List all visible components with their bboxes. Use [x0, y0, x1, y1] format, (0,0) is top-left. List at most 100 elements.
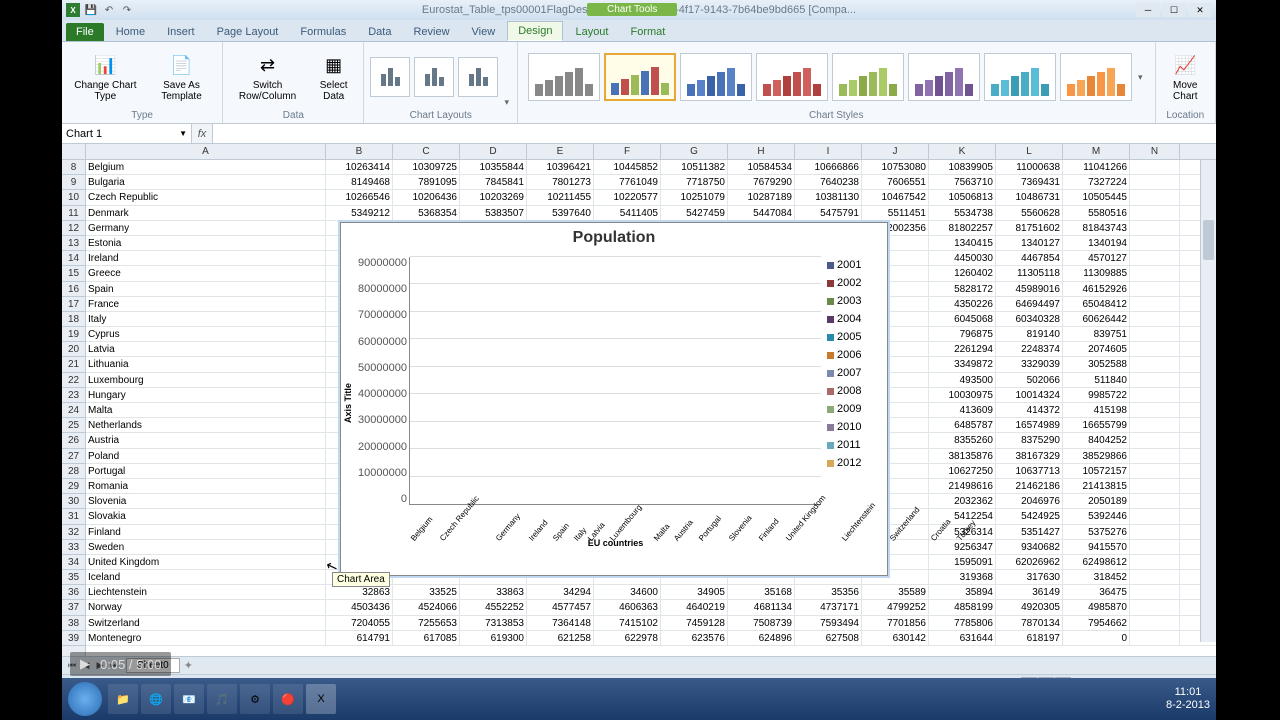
legend-item[interactable]: 2001 — [827, 259, 885, 271]
cell[interactable]: Slovenia — [86, 494, 326, 508]
cell[interactable]: 45989016 — [996, 282, 1063, 296]
styles-more-icon[interactable]: ▾ — [1136, 70, 1145, 85]
cell[interactable]: 5368354 — [393, 206, 460, 220]
cell[interactable]: 7870134 — [996, 616, 1063, 630]
cell[interactable]: 5447084 — [728, 206, 795, 220]
cell[interactable] — [1130, 631, 1180, 645]
cell[interactable]: 10627250 — [929, 464, 996, 478]
cell[interactable]: 7459128 — [661, 616, 728, 630]
cell[interactable]: Cyprus — [86, 327, 326, 341]
col-header-B[interactable]: B — [326, 144, 393, 159]
cell[interactable]: 2074605 — [1063, 342, 1130, 356]
cell[interactable]: 5392446 — [1063, 509, 1130, 523]
select-data-button[interactable]: ▦Select Data — [310, 50, 358, 104]
col-header-F[interactable]: F — [594, 144, 661, 159]
col-header-N[interactable]: N — [1130, 144, 1180, 159]
cell[interactable]: 7415102 — [594, 616, 661, 630]
row-header[interactable]: 13 — [62, 236, 85, 251]
cell[interactable]: 4503436 — [326, 600, 393, 614]
legend-item[interactable]: 2010 — [827, 421, 885, 433]
chart-object[interactable]: Population Axis Title 010000000200000003… — [340, 222, 888, 576]
cell[interactable]: Italy — [86, 312, 326, 326]
chart-title[interactable]: Population — [341, 223, 887, 253]
save-as-template-button[interactable]: 📄Save As Template — [147, 50, 217, 104]
row-header[interactable]: 11 — [62, 206, 85, 221]
cell[interactable] — [1130, 403, 1180, 417]
cell[interactable]: 10505445 — [1063, 190, 1130, 204]
cell[interactable]: 34905 — [661, 585, 728, 599]
cell[interactable]: 21413815 — [1063, 479, 1130, 493]
cell[interactable]: 6485787 — [929, 418, 996, 432]
row-header[interactable]: 22 — [62, 373, 85, 388]
cell[interactable]: 493500 — [929, 373, 996, 387]
cell[interactable]: 7593494 — [795, 616, 862, 630]
cell[interactable] — [1130, 570, 1180, 584]
cell[interactable]: 8149468 — [326, 175, 393, 189]
cell[interactable]: 60340328 — [996, 312, 1063, 326]
cell[interactable]: 38167329 — [996, 449, 1063, 463]
cell[interactable]: 4681134 — [728, 600, 795, 614]
row-header[interactable]: 26 — [62, 433, 85, 448]
col-header-A[interactable]: A — [86, 144, 326, 159]
cell[interactable]: 621258 — [527, 631, 594, 645]
cell[interactable]: 38529866 — [1063, 449, 1130, 463]
col-header-H[interactable]: H — [728, 144, 795, 159]
legend-item[interactable]: 2002 — [827, 277, 885, 289]
cell[interactable]: Belgium — [86, 160, 326, 174]
tab-review[interactable]: Review — [403, 23, 459, 41]
change-chart-type-button[interactable]: 📊Change Chart Type — [68, 50, 143, 104]
undo-icon[interactable]: ↶ — [102, 3, 116, 17]
cell[interactable]: 7845841 — [460, 175, 527, 189]
cell[interactable]: 624896 — [728, 631, 795, 645]
cell[interactable]: 9415570 — [1063, 540, 1130, 554]
cell[interactable]: 618197 — [996, 631, 1063, 645]
cell[interactable] — [1130, 418, 1180, 432]
switch-row-col-button[interactable]: ⇄Switch Row/Column — [229, 50, 306, 104]
cell[interactable] — [1130, 190, 1180, 204]
chart-style-2[interactable] — [604, 53, 676, 101]
cell[interactable]: 1340127 — [996, 236, 1063, 250]
save-icon[interactable]: 💾 — [84, 3, 98, 17]
cell[interactable]: Norway — [86, 600, 326, 614]
new-sheet-icon[interactable]: ✦ — [184, 659, 193, 672]
cell[interactable]: 10637713 — [996, 464, 1063, 478]
row-header[interactable]: 21 — [62, 357, 85, 372]
cell[interactable]: Iceland — [86, 570, 326, 584]
row-header[interactable]: 29 — [62, 479, 85, 494]
layouts-more-icon[interactable]: ▾ — [502, 95, 511, 110]
cell[interactable]: 10355844 — [460, 160, 527, 174]
cell[interactable]: 413609 — [929, 403, 996, 417]
row-header[interactable]: 20 — [62, 342, 85, 357]
cell[interactable]: Latvia — [86, 342, 326, 356]
cell[interactable]: 617085 — [393, 631, 460, 645]
cell[interactable] — [1130, 540, 1180, 554]
row-header[interactable]: 14 — [62, 251, 85, 266]
cell[interactable]: 819140 — [996, 327, 1063, 341]
chart-layout-1[interactable] — [370, 57, 410, 97]
cell[interactable]: 2050189 — [1063, 494, 1130, 508]
cell[interactable]: 7891095 — [393, 175, 460, 189]
legend-item[interactable]: 2012 — [827, 457, 885, 469]
cell[interactable] — [1130, 221, 1180, 235]
cell[interactable]: 10467542 — [862, 190, 929, 204]
cell[interactable] — [1130, 175, 1180, 189]
cell[interactable]: 10014324 — [996, 388, 1063, 402]
taskbar-excel[interactable]: X — [306, 684, 336, 714]
tab-view[interactable]: View — [462, 23, 506, 41]
tab-insert[interactable]: Insert — [157, 23, 205, 41]
system-clock[interactable]: 11:018-2-2013 — [1166, 686, 1210, 712]
cell[interactable]: 81802257 — [929, 221, 996, 235]
cell[interactable]: 64694497 — [996, 297, 1063, 311]
cell[interactable]: 502066 — [996, 373, 1063, 387]
cell[interactable]: 36475 — [1063, 585, 1130, 599]
cell[interactable]: 1340194 — [1063, 236, 1130, 250]
cell[interactable]: 36149 — [996, 585, 1063, 599]
cell[interactable]: 65048412 — [1063, 297, 1130, 311]
cell[interactable]: 415198 — [1063, 403, 1130, 417]
cell[interactable] — [1130, 373, 1180, 387]
cell[interactable]: 4450030 — [929, 251, 996, 265]
tab-format[interactable]: Format — [620, 23, 675, 41]
cell[interactable]: 35894 — [929, 585, 996, 599]
cell[interactable]: Slovakia — [86, 509, 326, 523]
cell[interactable]: 16655799 — [1063, 418, 1130, 432]
